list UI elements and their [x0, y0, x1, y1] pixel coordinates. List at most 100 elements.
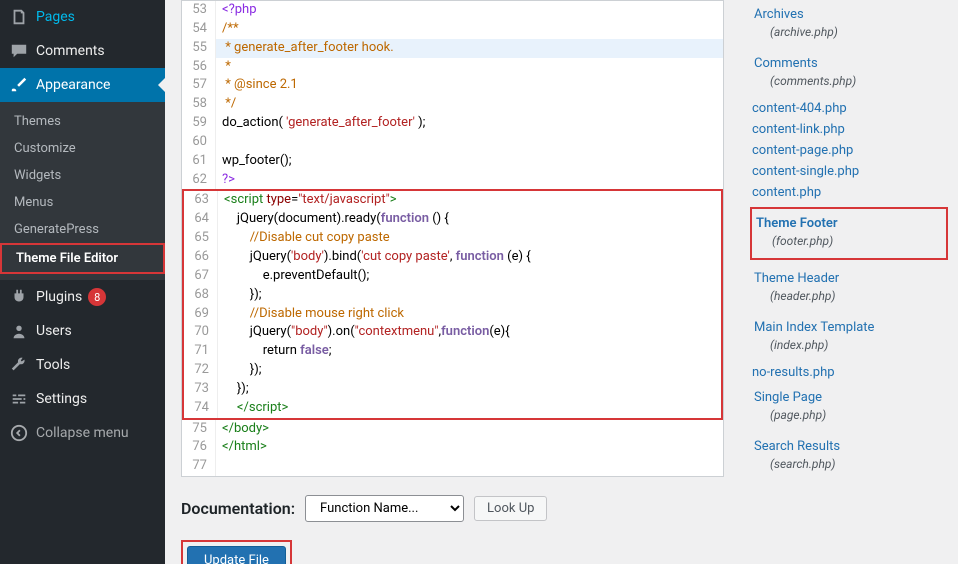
code-l74: </script>: [218, 399, 721, 418]
submenu-menus[interactable]: Menus: [0, 189, 165, 216]
update-file-button[interactable]: Update File: [187, 546, 286, 564]
code-l60: [216, 133, 723, 152]
submenu-themes[interactable]: Themes: [0, 108, 165, 135]
code-l61: wp_footer();: [216, 152, 723, 171]
brush-icon: [10, 76, 28, 94]
code-l70: jQuery("body").on("contextmenu",function…: [218, 323, 721, 342]
code-l76: </html>: [216, 438, 723, 457]
sidebar-item-pages[interactable]: Pages: [0, 0, 165, 34]
theme-files-list: Archives(archive.php) Comments(comments.…: [740, 0, 958, 564]
code-l56: *: [216, 58, 723, 77]
gutter: 59: [182, 114, 216, 133]
file-item-content-single[interactable]: content-single.php: [750, 161, 948, 182]
file-item-content-404[interactable]: content-404.php: [750, 98, 948, 119]
file-item-comments[interactable]: Comments(comments.php): [750, 49, 948, 98]
code-l63: <script type="text/javascript">: [218, 191, 721, 210]
code-l75: </body>: [216, 420, 723, 439]
main-content: 53<?php 54/** 55 * generate_after_footer…: [165, 0, 958, 564]
gutter: 68: [184, 286, 218, 305]
user-icon: [10, 322, 28, 340]
sidebar-label: Users: [36, 323, 72, 339]
sidebar-label: Pages: [36, 9, 75, 25]
code-l57: * @since 2.1: [216, 76, 723, 95]
gutter: 70: [184, 323, 218, 342]
comment-icon: [10, 42, 28, 60]
sidebar-label: Plugins: [36, 289, 82, 305]
file-item-content-link[interactable]: content-link.php: [750, 119, 948, 140]
sidebar-item-settings[interactable]: Settings: [0, 382, 165, 416]
gutter: 72: [184, 361, 218, 380]
gutter: 55: [182, 39, 216, 58]
code-l65: //Disable cut copy paste: [218, 229, 721, 248]
file-item-archives[interactable]: Archives(archive.php): [750, 0, 948, 49]
code-l62: ?>: [216, 171, 723, 190]
gutter: 76: [182, 438, 216, 457]
file-item-no-results[interactable]: no-results.php: [750, 362, 948, 383]
code-l59: do_action( 'generate_after_footer' );: [216, 114, 723, 133]
gutter: 73: [184, 380, 218, 399]
code-editor[interactable]: 53<?php 54/** 55 * generate_after_footer…: [181, 0, 724, 477]
gutter: 64: [184, 210, 218, 229]
gutter: 58: [182, 95, 216, 114]
code-l66: jQuery('body').bind('cut copy paste', fu…: [218, 248, 721, 267]
code-l68: });: [218, 286, 721, 305]
editor-pane: 53<?php 54/** 55 * generate_after_footer…: [165, 0, 740, 564]
gutter: 69: [184, 305, 218, 324]
gutter: 65: [184, 229, 218, 248]
sidebar-item-comments[interactable]: Comments: [0, 34, 165, 68]
appearance-submenu: Themes Customize Widgets Menus GenerateP…: [0, 102, 165, 280]
gutter: 74: [184, 399, 218, 418]
code-l55: * generate_after_footer hook.: [216, 39, 723, 58]
gutter: 75: [182, 420, 216, 439]
gutter: 67: [184, 267, 218, 286]
documentation-row: Documentation: Function Name... Look Up: [181, 495, 724, 522]
code-l69: //Disable mouse right click: [218, 305, 721, 324]
gutter: 53: [182, 1, 216, 20]
file-item-search-results[interactable]: Search Results(search.php): [750, 432, 948, 481]
sliders-icon: [10, 390, 28, 408]
code-l67: e.preventDefault();: [218, 267, 721, 286]
gutter: 71: [184, 342, 218, 361]
sidebar-collapse[interactable]: Collapse menu: [0, 416, 165, 450]
sidebar-item-tools[interactable]: Tools: [0, 348, 165, 382]
file-item-theme-header[interactable]: Theme Header(header.php): [750, 264, 948, 313]
gutter: 57: [182, 76, 216, 95]
submenu-theme-file-editor[interactable]: Theme File Editor: [0, 243, 165, 274]
lookup-button[interactable]: Look Up: [474, 496, 547, 521]
documentation-label: Documentation:: [181, 499, 295, 518]
file-item-main-index[interactable]: Main Index Template(index.php): [750, 313, 948, 362]
submenu-customize[interactable]: Customize: [0, 135, 165, 162]
gutter: 54: [182, 20, 216, 39]
admin-sidebar: Pages Comments Appearance Themes Customi…: [0, 0, 165, 564]
plug-icon: [10, 288, 28, 306]
file-item-theme-footer[interactable]: Theme Footer(footer.php): [750, 207, 948, 260]
sidebar-item-plugins[interactable]: Plugins 8: [0, 280, 165, 314]
sidebar-item-users[interactable]: Users: [0, 314, 165, 348]
code-l71: return false;: [218, 342, 721, 361]
file-item-single-page[interactable]: Single Page(page.php): [750, 383, 948, 432]
page-icon: [10, 8, 28, 26]
code-l58: */: [216, 95, 723, 114]
code-l64: jQuery(document).ready(function () {: [218, 210, 721, 229]
collapse-icon: [10, 424, 28, 442]
gutter: 61: [182, 152, 216, 171]
file-item-content[interactable]: content.php: [750, 182, 948, 203]
gutter: 77: [182, 457, 216, 476]
update-file-highlight: Update File: [181, 540, 292, 564]
submenu-generatepress[interactable]: GeneratePress: [0, 216, 165, 243]
function-name-select[interactable]: Function Name...: [305, 495, 464, 522]
sidebar-item-appearance[interactable]: Appearance: [0, 68, 165, 102]
sidebar-label: Settings: [36, 391, 87, 407]
plugins-update-badge: 8: [88, 288, 106, 306]
sidebar-label: Collapse menu: [36, 425, 129, 441]
file-item-content-page[interactable]: content-page.php: [750, 140, 948, 161]
code-l54: /**: [216, 20, 723, 39]
gutter: 63: [184, 191, 218, 210]
gutter: 66: [184, 248, 218, 267]
code-l73: });: [218, 380, 721, 399]
wrench-icon: [10, 356, 28, 374]
gutter: 56: [182, 58, 216, 77]
code-l53: <?php: [216, 1, 723, 20]
sidebar-label: Tools: [36, 357, 70, 373]
submenu-widgets[interactable]: Widgets: [0, 162, 165, 189]
